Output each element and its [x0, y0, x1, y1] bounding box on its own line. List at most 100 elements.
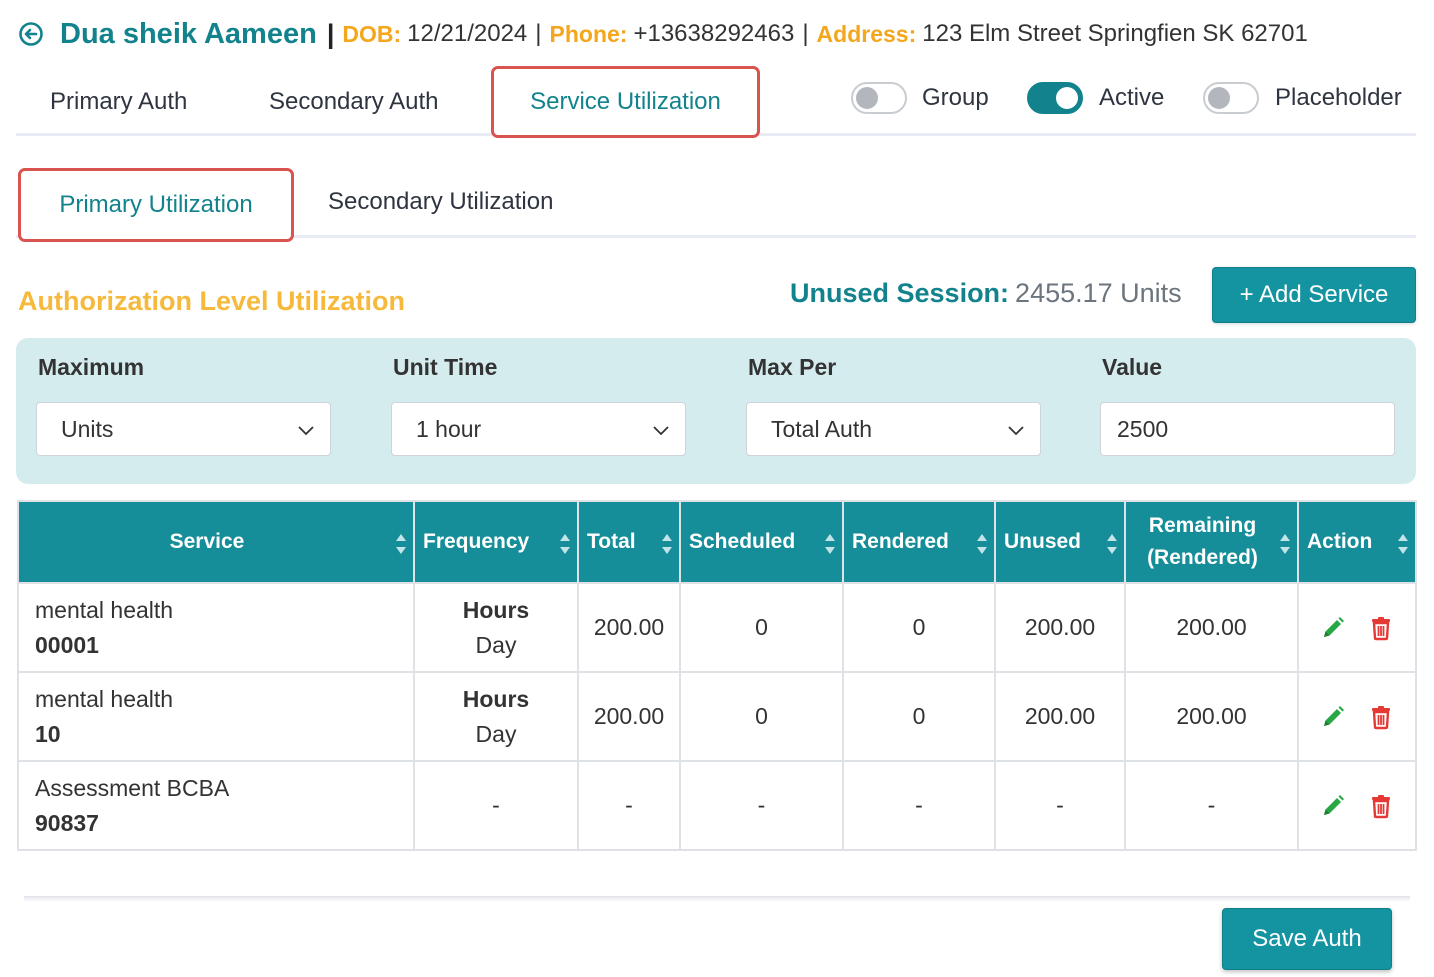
rendered-cell: 0: [842, 582, 996, 673]
unit-time-value: 1 hour: [416, 415, 482, 442]
tab-service-utilization[interactable]: Service Utilization: [491, 66, 760, 138]
group-toggle-label: Group: [922, 84, 989, 111]
address-value: 123 Elm Street Springfien SK 62701: [922, 20, 1308, 47]
scheduled-cell: 0: [679, 582, 844, 673]
rendered-cell: -: [842, 760, 996, 851]
max-per-select[interactable]: Total Auth: [746, 402, 1041, 456]
phone-value: +13638292463: [633, 20, 795, 47]
utilization-tabs: Primary Utilization Secondary Utilizatio…: [16, 166, 1416, 242]
edit-pencil-icon[interactable]: [1320, 793, 1346, 819]
header-separator: |: [535, 20, 542, 47]
sort-icon: [662, 534, 672, 554]
tab-primary-auth[interactable]: Primary Auth: [50, 88, 187, 116]
service-code: 90837: [35, 809, 99, 836]
column-header-remaining[interactable]: Remaining (Rendered): [1124, 500, 1299, 584]
active-toggle[interactable]: [1027, 82, 1083, 114]
frequency-cell: -: [413, 760, 579, 851]
unused-cell: 200.00: [994, 582, 1126, 673]
header-separator: |: [802, 20, 809, 47]
maximum-label: Maximum: [38, 354, 145, 380]
unused-session-value: 2455.17 Units: [1015, 278, 1182, 308]
edit-pencil-icon[interactable]: [1320, 615, 1346, 641]
edit-pencil-icon[interactable]: [1320, 704, 1346, 730]
sort-icon: [396, 534, 406, 554]
remaining-cell: 200.00: [1124, 671, 1299, 762]
sort-icon: [560, 534, 570, 554]
frequency-period: -: [492, 792, 500, 818]
frequency-unit: Hours: [462, 596, 530, 623]
column-header-label: Service: [169, 530, 245, 553]
table-header-row: Service Frequency Total Scheduled Render…: [17, 500, 1417, 584]
max-per-value: Total Auth: [771, 415, 873, 442]
value-filter: Value 2500: [1100, 352, 1395, 456]
service-name: mental health: [35, 596, 174, 623]
column-header-total[interactable]: Total: [577, 500, 681, 584]
dob-label: DOB:: [342, 20, 402, 47]
unit-time-select[interactable]: 1 hour: [391, 402, 686, 456]
maximum-select[interactable]: Units: [36, 402, 331, 456]
total-cell: 200.00: [577, 671, 681, 762]
placeholder-toggle-label: Placeholder: [1275, 84, 1402, 111]
column-header-action[interactable]: Action: [1297, 500, 1417, 584]
placeholder-toggle[interactable]: [1203, 82, 1259, 114]
save-auth-button[interactable]: Save Auth: [1222, 908, 1392, 970]
tab-primary-utilization[interactable]: Primary Utilization: [18, 168, 294, 242]
sort-icon: [977, 534, 987, 554]
patient-header: Dua sheik Aameen | DOB: 12/21/2024 | Pho…: [18, 14, 1308, 54]
column-header-label: Unused: [1004, 530, 1082, 553]
table-row: mental health 00001 Hours Day 200.00 0 0 2…: [17, 582, 1417, 673]
action-cell: [1297, 760, 1417, 851]
section-title: Authorization Level Utilization: [18, 286, 406, 316]
add-service-button[interactable]: + Add Service: [1212, 267, 1416, 323]
column-header-label: Scheduled: [689, 530, 796, 553]
sort-icon: [1398, 534, 1408, 554]
sort-icon: [1107, 534, 1117, 554]
maximum-filter: Maximum Units: [36, 352, 331, 456]
service-name: mental health: [35, 685, 174, 712]
total-cell: 200.00: [577, 582, 681, 673]
column-header-rendered[interactable]: Rendered: [842, 500, 996, 584]
address-label: Address:: [816, 20, 917, 47]
tab-secondary-utilization[interactable]: Secondary Utilization: [328, 188, 553, 216]
column-header-scheduled[interactable]: Scheduled: [679, 500, 844, 584]
action-cell: [1297, 582, 1417, 673]
header-separator: |: [326, 18, 335, 49]
frequency-period: Day: [475, 720, 517, 747]
scheduled-cell: -: [679, 760, 844, 851]
service-cell: mental health 10: [17, 671, 415, 762]
column-header-unused[interactable]: Unused: [994, 500, 1126, 584]
value-input-text: 2500: [1117, 415, 1169, 442]
max-per-filter: Max Per Total Auth: [746, 352, 1041, 456]
active-toggle-label: Active: [1099, 84, 1165, 111]
rendered-cell: 0: [842, 671, 996, 762]
max-per-label: Max Per: [748, 354, 837, 380]
service-name: Assessment BCBA: [35, 774, 230, 801]
dob-value: 12/21/2024: [407, 20, 528, 47]
delete-trash-icon[interactable]: [1368, 615, 1394, 641]
back-arrow-icon[interactable]: [18, 21, 44, 47]
column-header-service[interactable]: Service: [17, 500, 415, 584]
value-input[interactable]: 2500: [1100, 402, 1395, 456]
unused-session-label: Unused Session:: [790, 278, 1010, 308]
column-header-frequency[interactable]: Frequency: [413, 500, 579, 584]
column-header-label: Frequency: [423, 530, 530, 553]
remaining-cell: 200.00: [1124, 582, 1299, 673]
service-cell: Assessment BCBA 90837: [17, 760, 415, 851]
tab-secondary-auth[interactable]: Secondary Auth: [269, 88, 438, 116]
utilization-filters: Maximum Units Unit Time 1 hour Max Per T…: [16, 338, 1416, 484]
delete-trash-icon[interactable]: [1368, 704, 1394, 730]
maximum-value: Units: [61, 415, 114, 442]
unused-cell: 200.00: [994, 671, 1126, 762]
service-code: 00001: [35, 631, 99, 658]
chevron-down-icon: [1008, 426, 1024, 436]
total-cell: -: [577, 760, 681, 851]
delete-trash-icon[interactable]: [1368, 793, 1394, 819]
column-header-label: Remaining: [1148, 514, 1257, 537]
group-toggle[interactable]: [851, 82, 907, 114]
column-header-label: Rendered: [852, 530, 949, 553]
unused-session: Unused Session: 2455.17 Units: [790, 278, 1182, 309]
service-cell: mental health 00001: [17, 582, 415, 673]
service-code: 10: [35, 720, 61, 747]
frequency-cell: Hours Day: [413, 671, 579, 762]
column-header-label: (Rendered): [1147, 546, 1258, 569]
